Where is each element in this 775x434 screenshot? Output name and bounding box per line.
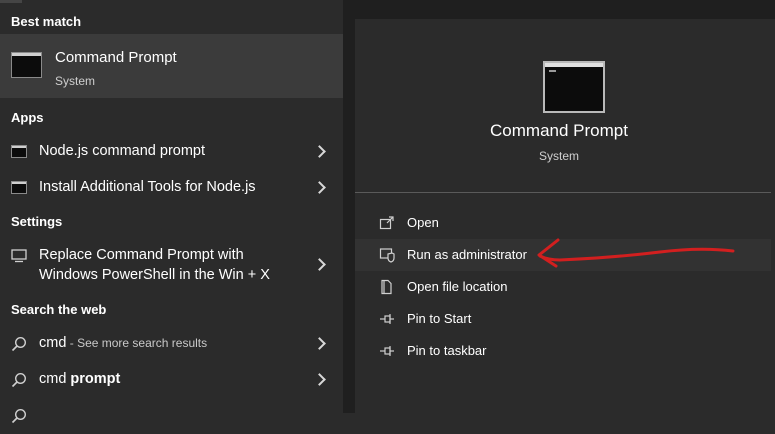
section-title-search-web: Search the web [11,302,107,317]
web-item-label: cmd prompt [39,371,120,387]
command-prompt-large-icon [543,61,605,113]
pin-icon [379,343,395,359]
web-item-label: cmd - See more search results [39,335,207,351]
search-icon [11,336,27,352]
section-title-apps: Apps [11,110,44,125]
web-item-term: cmd [39,371,71,387]
monitor-icon [11,249,27,268]
web-item-bold-term: prompt [70,371,121,387]
divider [355,192,771,193]
detail-app-subtitle: System [538,149,579,163]
command-prompt-icon [11,52,42,78]
section-title-settings: Settings [11,214,63,229]
app-item-label: Install Additional Tools for Node.js [39,179,256,195]
open-icon [379,215,395,231]
chevron-right-icon[interactable] [313,181,326,194]
web-item-cmd-prompt[interactable]: cmd prompt [0,362,343,398]
action-label: Run as administrator [407,247,527,262]
action-label: Pin to taskbar [407,343,487,358]
action-open-file-location[interactable]: Open file location [355,271,771,303]
section-title-best-match: Best match [11,14,82,29]
chevron-right-icon[interactable] [313,145,326,158]
chevron-right-icon[interactable] [313,373,326,386]
search-results-list: Best match Command Prompt System Apps No… [0,0,343,424]
action-label: Open file location [407,279,508,294]
action-open[interactable]: Open [355,207,771,239]
app-item-nodejs-command-prompt[interactable]: Node.js command prompt [0,134,343,170]
web-item-cmd[interactable]: cmd - See more search results [0,326,343,362]
window-titlebar [545,63,603,67]
file-location-icon [379,279,395,295]
action-pin-to-taskbar[interactable]: Pin to taskbar [355,335,771,367]
settings-item-line1: Replace Command Prompt with [39,247,244,263]
action-pin-to-start[interactable]: Pin to Start [355,303,771,335]
search-icon [11,372,27,388]
detail-app-title: Command Prompt [490,121,628,140]
best-match-item[interactable]: Command Prompt System [0,34,343,98]
action-run-as-administrator[interactable]: Run as administrator [355,239,771,271]
shield-icon [379,247,395,263]
chevron-right-icon[interactable] [313,258,326,271]
pin-icon [379,311,395,327]
command-prompt-icon [11,145,27,158]
settings-item-replace-command-prompt[interactable]: Replace Command Prompt with Windows Powe… [0,238,343,290]
command-prompt-icon [11,181,27,194]
top-accent-bar [0,0,22,3]
web-item-term: cmd [39,335,67,351]
action-label: Pin to Start [407,311,472,326]
search-icon [11,408,27,424]
chevron-right-icon[interactable] [313,337,326,350]
app-item-install-tools-nodejs[interactable]: Install Additional Tools for Node.js [0,170,343,206]
best-match-subtitle: System [55,74,96,88]
action-label: Open [407,215,439,230]
app-item-label: Node.js command prompt [39,143,206,159]
web-item-partial[interactable] [0,398,343,434]
settings-item-line2: Windows PowerShell in the Win + X [39,267,270,283]
best-match-title: Command Prompt [55,49,177,66]
prompt-cursor [549,70,556,72]
app-detail-pane: Command Prompt System Open Run as admini… [343,0,775,413]
web-item-suffix: - See more search results [66,336,208,350]
